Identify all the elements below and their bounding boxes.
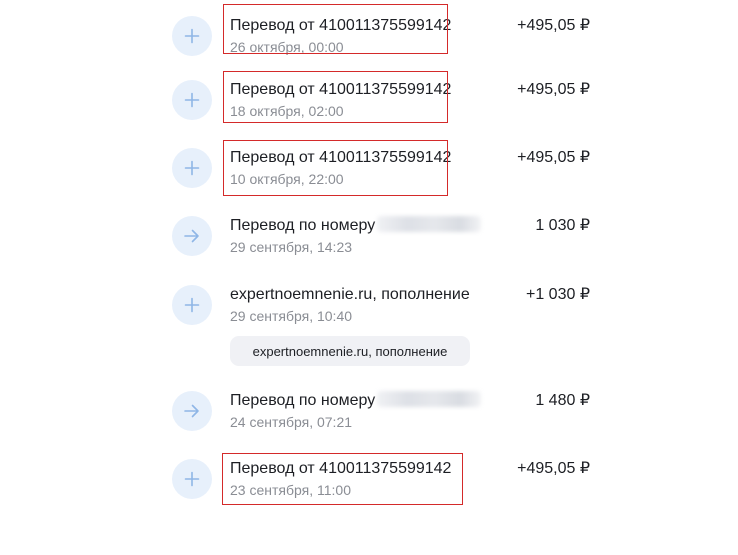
- transaction-title: Перевод по номеру: [230, 216, 482, 236]
- plus-icon: [172, 459, 212, 499]
- transaction-amount: +495,05 ₽: [517, 149, 590, 166]
- transaction-row[interactable]: Перевод от 410011375599142 23 сентября, …: [172, 459, 592, 519]
- transaction-date: 26 октября, 00:00: [230, 39, 344, 55]
- plus-icon: [172, 16, 212, 56]
- transaction-date: 23 сентября, 11:00: [230, 482, 351, 498]
- plus-icon: [172, 148, 212, 188]
- transaction-amount: +495,05 ₽: [517, 81, 590, 98]
- transaction-title: Перевод по номеру: [230, 391, 482, 411]
- transaction-row[interactable]: Перевод от 410011375599142 18 октября, 0…: [172, 80, 592, 140]
- transaction-date: 18 октября, 02:00: [230, 103, 344, 119]
- transaction-row[interactable]: Перевод по номеру 24 сентября, 07:21 1 4…: [172, 391, 592, 451]
- transaction-date: 29 сентября, 14:23: [230, 239, 353, 255]
- merchant-chip[interactable]: expertnoemnenie.ru, пополнение: [230, 336, 470, 366]
- transaction-date: 24 сентября, 07:21: [230, 414, 353, 430]
- transaction-amount: 1 030 ₽: [535, 217, 590, 234]
- transaction-title: Перевод от 410011375599142: [230, 17, 452, 34]
- transaction-row[interactable]: Перевод от 410011375599142 10 октября, 2…: [172, 148, 592, 208]
- transaction-row[interactable]: Перевод по номеру 29 сентября, 14:23 1 0…: [172, 216, 592, 276]
- transaction-title: Перевод от 410011375599142: [230, 460, 452, 477]
- transaction-title: expertnoemnenie.ru, пополнение: [230, 286, 470, 303]
- transaction-amount: +1 030 ₽: [525, 286, 590, 303]
- transaction-amount: +495,05 ₽: [517, 460, 590, 477]
- redacted-phone-number: [377, 216, 482, 232]
- transaction-amount: 1 480 ₽: [535, 392, 590, 409]
- transaction-date: 29 сентября, 10:40: [230, 308, 353, 324]
- transaction-amount: +495,05 ₽: [517, 17, 590, 34]
- plus-icon: [172, 80, 212, 120]
- plus-icon: [172, 285, 212, 325]
- arrow-right-icon: [172, 391, 212, 431]
- redacted-phone-number: [377, 391, 482, 407]
- arrow-right-icon: [172, 216, 212, 256]
- transaction-row[interactable]: Перевод от 410011375599142 26 октября, 0…: [172, 16, 592, 76]
- transaction-title: Перевод от 410011375599142: [230, 149, 452, 166]
- transaction-title: Перевод от 410011375599142: [230, 81, 452, 98]
- transaction-date: 10 октября, 22:00: [230, 171, 344, 187]
